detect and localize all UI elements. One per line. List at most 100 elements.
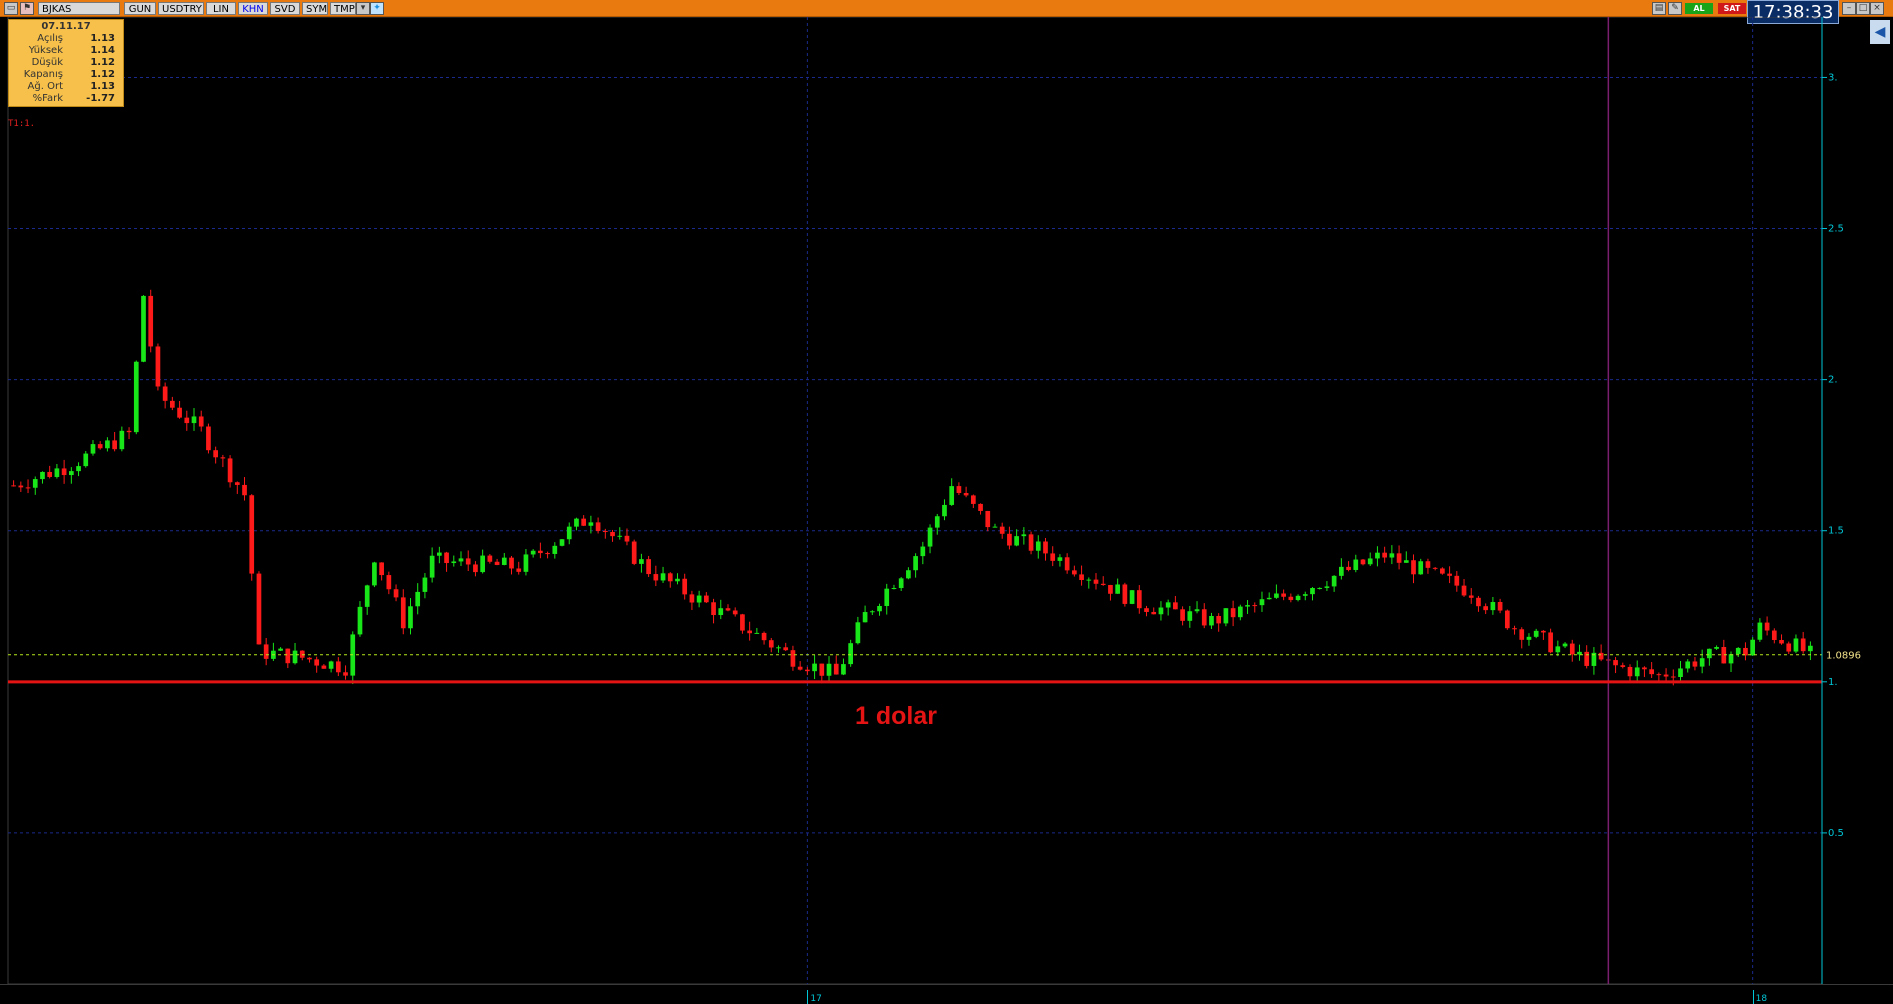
volume-button[interactable]: SVD — [270, 2, 300, 15]
candle-body — [321, 665, 327, 669]
candle — [1591, 647, 1597, 675]
ohlc-label: Ağ. Ort — [27, 81, 63, 92]
candle — [783, 642, 789, 652]
dropdown-arrow-icon[interactable]: ▾ — [356, 2, 370, 15]
candle — [234, 481, 240, 494]
chart-type-icon[interactable]: ▭ — [4, 2, 18, 15]
candle-body — [1800, 638, 1806, 652]
candle — [1144, 605, 1149, 617]
candle-body — [393, 589, 399, 598]
candle-body — [1403, 560, 1409, 563]
period-button[interactable]: GUN — [124, 2, 156, 15]
candle-body — [1577, 651, 1582, 655]
candle-body — [877, 605, 882, 612]
candle — [891, 584, 897, 590]
candle-body — [740, 614, 745, 631]
candle — [812, 654, 817, 680]
price-chart[interactable]: 1.0896 3. 2.5 2. 1.5 1. 0.5 — [0, 17, 1893, 984]
candle-body — [76, 466, 81, 472]
candles — [11, 289, 1813, 686]
candle-body — [372, 562, 377, 586]
candle — [747, 621, 752, 641]
candle-body — [1454, 575, 1460, 586]
candle-body — [444, 552, 449, 564]
candle — [501, 552, 507, 566]
candle-body — [1353, 559, 1359, 570]
candle — [523, 549, 529, 576]
buy-button[interactable]: AL — [1685, 3, 1713, 14]
candle-body — [105, 440, 110, 449]
candle — [1165, 599, 1171, 616]
flag-icon[interactable]: ⚑ — [20, 2, 34, 15]
candle — [1526, 633, 1532, 646]
candle-body — [1122, 584, 1128, 604]
minimize-icon[interactable]: – — [1842, 2, 1856, 15]
candle-body — [1584, 651, 1590, 666]
symbol-field[interactable]: BJKAS — [38, 2, 120, 15]
candle — [559, 538, 565, 547]
close-icon[interactable]: × — [1870, 2, 1884, 15]
candle-body — [898, 578, 904, 589]
candle-body — [992, 526, 998, 528]
candle-body — [675, 578, 680, 582]
tools-icon[interactable]: ✎ — [1668, 2, 1682, 15]
candle-body — [610, 532, 615, 537]
candle-body — [566, 526, 572, 540]
candle-body — [335, 661, 341, 673]
candle — [1735, 647, 1741, 658]
candle — [314, 656, 320, 673]
settings-icon[interactable]: ▤ — [1652, 2, 1666, 15]
candle — [1346, 561, 1351, 572]
candle — [141, 295, 146, 363]
candle-body — [1072, 570, 1077, 575]
candle-body — [574, 518, 579, 527]
candle-body — [1555, 646, 1561, 653]
candle-body — [278, 648, 283, 651]
candle-body — [1201, 609, 1207, 626]
candle — [574, 517, 579, 531]
ohlc-row-change: %Fark -1.77 — [9, 93, 123, 105]
chart-style-button[interactable]: KHN — [238, 2, 268, 15]
symbol-button[interactable]: SYM — [302, 2, 328, 15]
candle — [1237, 604, 1243, 621]
candle — [1490, 596, 1496, 615]
candle-body — [1057, 557, 1063, 561]
twitter-icon[interactable]: ✦ — [370, 2, 384, 15]
candle-body — [1302, 594, 1308, 596]
candle — [1432, 566, 1438, 571]
candle — [465, 550, 471, 572]
candle-body — [913, 556, 918, 571]
y-tick-label: 2.5 — [1828, 224, 1844, 235]
maximize-icon[interactable]: □ — [1856, 2, 1870, 15]
candle — [956, 482, 962, 496]
candle-body — [141, 295, 146, 362]
candle-body — [1295, 595, 1301, 601]
candle — [1613, 656, 1618, 674]
candle-body — [1237, 606, 1243, 618]
candle — [1382, 546, 1387, 563]
candle — [47, 465, 53, 479]
candle — [509, 555, 514, 575]
candle-body — [920, 546, 926, 557]
candle-body — [855, 622, 861, 644]
sell-button[interactable]: SAT — [1718, 3, 1746, 14]
candle — [429, 547, 435, 583]
currency-button[interactable]: USDTRY — [158, 2, 204, 15]
template-button[interactable]: TMP — [330, 2, 356, 15]
candle — [408, 598, 413, 635]
candle — [682, 573, 688, 600]
chart-toolbar: ▭ ⚑ BJKAS GUN USDTRY LIN KHN SVD SYM TMP… — [0, 0, 1893, 17]
candle — [83, 451, 89, 468]
candle-body — [797, 666, 803, 670]
candle-body — [249, 495, 255, 574]
candle — [639, 553, 644, 573]
candle — [1692, 657, 1698, 671]
candle-body — [963, 493, 969, 496]
scale-button[interactable]: LIN — [206, 2, 236, 15]
candle — [1216, 613, 1222, 632]
ohlc-value: 1.13 — [90, 81, 115, 92]
candle — [1569, 639, 1575, 662]
candle — [357, 601, 363, 637]
candle — [898, 577, 904, 592]
ohlc-value: 1.13 — [90, 33, 115, 44]
